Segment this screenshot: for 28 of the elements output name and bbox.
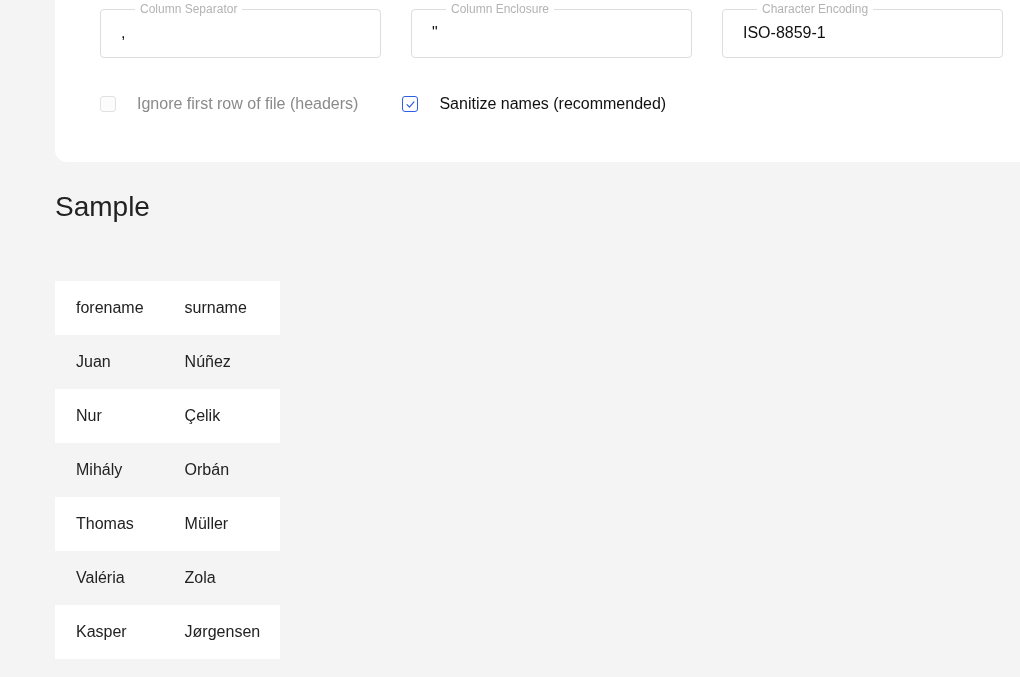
field-label: Column Separator [139,3,239,15]
checkbox-label[interactable]: Sanitize names (recommended) [439,92,667,116]
section-heading: Sample [55,190,150,224]
field-label: Column Enclosure [450,3,551,15]
field-label: Character Encoding [761,3,870,15]
text-field[interactable]: Column Enclosure " [411,3,692,58]
text-field[interactable]: Column Separator , [100,3,381,58]
table-cell: Núñez [163,335,281,389]
table-cell: Juan [55,335,164,389]
column-header: forename [55,281,164,335]
table-cell: Mihály [55,443,164,497]
checkbox[interactable] [402,96,419,112]
text-input[interactable]: " [432,21,679,45]
table-cell: Nur [55,389,164,443]
table-cell: Jørgensen [163,605,281,659]
table-cell: Orbán [163,443,281,497]
checkbox-label: Ignore first row of file (headers) [137,94,359,114]
text-input[interactable]: ISO-8859-1 [743,21,990,45]
table-cell: Kasper [55,605,164,659]
checkmark-icon [405,100,415,108]
text-field[interactable]: Character Encoding ISO-8859-1 [722,3,1003,58]
table-cell: Valéria [55,551,164,605]
table-cell: Müller [163,497,281,551]
text-input[interactable]: , [121,21,368,45]
table-cell: Çelik [163,389,281,443]
column-header: surname [163,281,281,335]
table-cell: Thomas [55,497,164,551]
table-cell: Zola [163,551,281,605]
